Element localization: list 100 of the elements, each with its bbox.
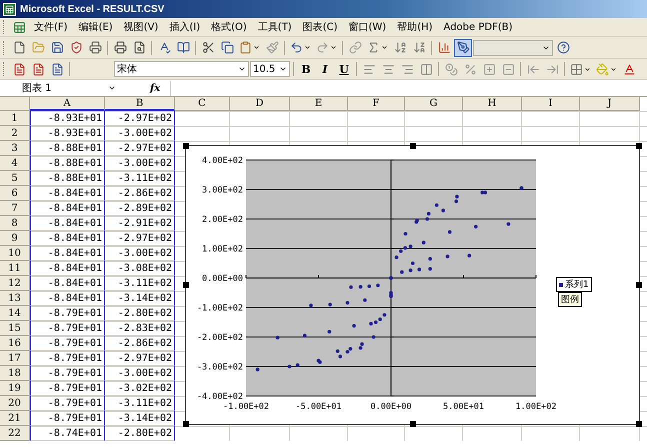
menu-item[interactable]: 文件(F) (29, 19, 73, 35)
table-cell: -8.88E+01 (30, 171, 105, 186)
row-header[interactable]: 1 (0, 111, 30, 126)
table-cell: -2.86E+02 (105, 186, 175, 201)
axis-label: 5.00E+01 (443, 402, 484, 412)
table-cell: -2.80E+02 (105, 306, 175, 321)
axis-label: -1.00E+02 (196, 304, 243, 314)
table-cell: -2.89E+02 (105, 201, 175, 216)
format-button[interactable]: U (335, 60, 353, 78)
axis-label: 3.00E+02 (202, 186, 243, 196)
table-cell: -2.80E+02 (105, 426, 175, 441)
row-header[interactable]: 16 (0, 336, 30, 351)
row-header[interactable]: 13 (0, 291, 30, 306)
row-header[interactable]: 11 (0, 261, 30, 276)
menu-item[interactable]: 格式(O) (206, 19, 252, 35)
axis-label: 1.00E+02 (202, 244, 243, 254)
row-header[interactable]: 15 (0, 321, 30, 336)
row-header[interactable]: 3 (0, 141, 30, 156)
column-header[interactable]: C (175, 97, 230, 111)
name-box[interactable]: 图表 1 (0, 80, 120, 96)
row-header[interactable]: 12 (0, 276, 30, 291)
menu-item[interactable]: Adobe PDF(B) (438, 20, 518, 34)
axis-label: -3.00E+02 (196, 362, 243, 372)
column-header[interactable]: F (348, 97, 405, 111)
font-size-dropdown[interactable]: 10.5 (250, 61, 290, 77)
table-cell: -8.88E+01 (30, 141, 105, 156)
menu-item[interactable]: 图表(C) (298, 19, 343, 35)
menu-item[interactable]: 视图(V) (118, 19, 164, 35)
row-header[interactable]: 14 (0, 306, 30, 321)
table-cell: -3.02E+02 (105, 381, 175, 396)
column-header[interactable]: J (580, 97, 640, 111)
table-cell: -8.84E+01 (30, 246, 105, 261)
axis-label: 0.00E+00 (202, 274, 243, 284)
table-cell: -2.97E+02 (105, 351, 175, 366)
menu-item[interactable]: 窗口(W) (344, 19, 392, 35)
row-header[interactable]: 10 (0, 246, 30, 261)
table-cell: -2.97E+02 (105, 111, 175, 126)
column-header[interactable]: E (290, 97, 348, 111)
column-header[interactable]: I (522, 97, 580, 111)
table-cell: -8.84E+01 (30, 261, 105, 276)
row-header[interactable]: 5 (0, 171, 30, 186)
row-header[interactable]: 8 (0, 216, 30, 231)
legend-label: 系列1 (565, 278, 589, 291)
row-header[interactable]: 4 (0, 156, 30, 171)
table-cell: -3.08E+02 (105, 261, 175, 276)
table-cell: -8.84E+01 (30, 276, 105, 291)
axis-label: -2.00E+02 (196, 333, 243, 343)
tooltip: 图例 (558, 292, 582, 307)
table-cell: -8.79E+01 (30, 351, 105, 366)
row-header[interactable]: 19 (0, 381, 30, 396)
axis-label: 0.00E+00 (370, 402, 412, 412)
column-header[interactable]: D (230, 97, 290, 111)
table-cell: -3.00E+02 (105, 126, 175, 141)
format-button[interactable]: B (297, 60, 315, 78)
menu-item[interactable]: 插入(I) (164, 19, 206, 35)
chart-legend[interactable]: 系列1 (556, 277, 592, 292)
table-cell: -8.79E+01 (30, 336, 105, 351)
table-cell: -8.84E+01 (30, 216, 105, 231)
table-cell: -3.00E+02 (105, 366, 175, 381)
axis-label: 1.00E+02 (516, 402, 556, 412)
menu-item[interactable]: 编辑(E) (74, 19, 118, 35)
table-cell: -3.14E+02 (105, 291, 175, 306)
window-title: Microsoft Excel - RESULT.CSV (20, 4, 164, 14)
table-cell: -8.93E+01 (30, 111, 105, 126)
table-cell: -3.11E+02 (105, 396, 175, 411)
row-header[interactable]: 9 (0, 231, 30, 246)
row-header[interactable]: 18 (0, 366, 30, 381)
table-cell: -2.91E+02 (105, 216, 175, 231)
row-header[interactable]: 7 (0, 201, 30, 216)
column-header[interactable]: H (463, 97, 522, 111)
font-size: 10.5 (253, 64, 276, 74)
table-cell: -8.79E+01 (30, 411, 105, 426)
row-header[interactable]: 17 (0, 351, 30, 366)
row-header[interactable]: 22 (0, 426, 30, 441)
table-cell: -8.79E+01 (30, 366, 105, 381)
font-name: 宋体 (117, 62, 137, 76)
column-header[interactable]: A (30, 97, 105, 111)
column-header[interactable]: G (405, 97, 463, 111)
format-button[interactable]: I (316, 60, 334, 78)
table-cell: -8.93E+01 (30, 126, 105, 141)
function-button[interactable]: fx (150, 82, 160, 94)
row-header[interactable]: 2 (0, 126, 30, 141)
menu-item[interactable]: 帮助(H) (392, 19, 438, 35)
table-cell: -8.84E+01 (30, 201, 105, 216)
table-cell: -8.79E+01 (30, 306, 105, 321)
menu-item[interactable]: 工具(T) (252, 19, 297, 35)
table-cell: -8.79E+01 (30, 396, 105, 411)
table-cell: -8.79E+01 (30, 381, 105, 396)
table-cell: -2.83E+02 (105, 321, 175, 336)
axis-label: 4.00E+02 (202, 156, 243, 166)
row-header[interactable]: 21 (0, 411, 30, 426)
row-header[interactable]: 20 (0, 396, 30, 411)
axis-label: 2.00E+02 (202, 215, 243, 225)
table-cell: -2.97E+02 (105, 141, 175, 156)
row-header[interactable]: 6 (0, 186, 30, 201)
column-header[interactable]: B (105, 97, 175, 111)
chart-area[interactable]: 4.00E+02 3.00E+02 2.00E+02 1.00E+02 0.00E+00 -1.00E+02 -2.00E+02 -3.00E+02 -4.00E+02 -1.00E+02 -5.00E+01 0.00E+00 5.00E+01 1.00E+02 系列1 图例 (185, 145, 640, 425)
name-box-value: 图表 1 (22, 82, 52, 95)
axis-label: -4.00E+02 (196, 392, 243, 402)
font-dropdown[interactable]: 宋体 (114, 61, 249, 77)
